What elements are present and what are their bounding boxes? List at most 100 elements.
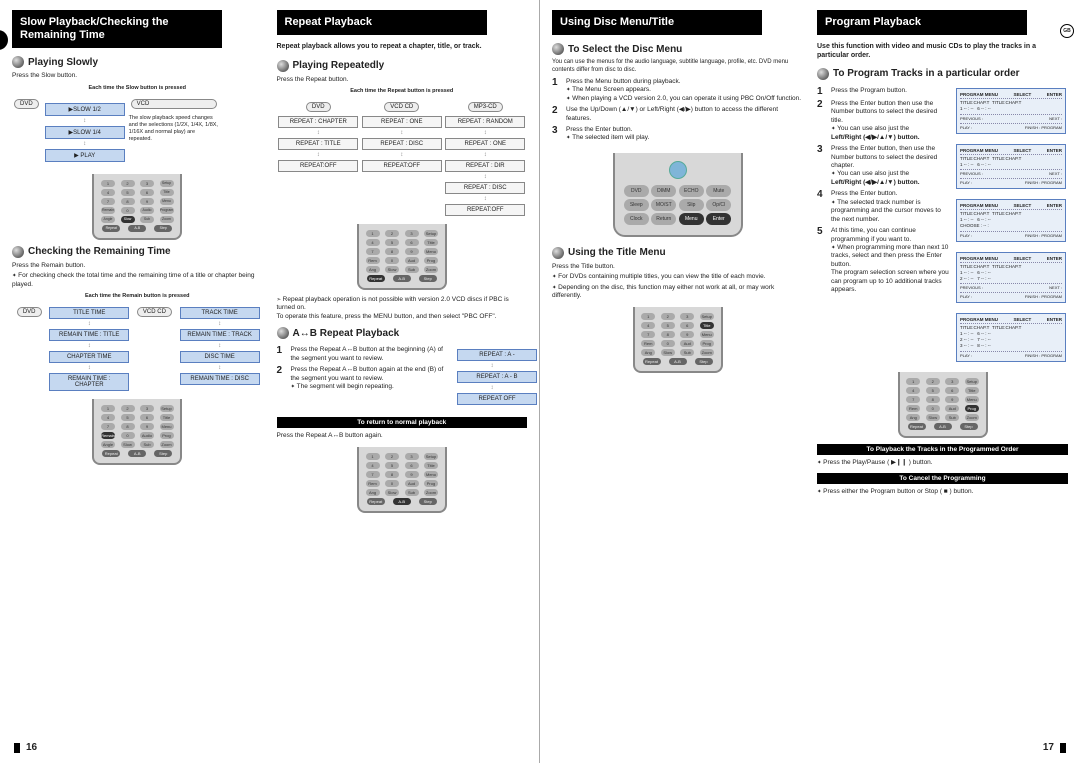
gb-badge: GB (1060, 24, 1074, 38)
remain-b1: REMAIN TIME : TRACK (180, 329, 260, 341)
tm-p2a: For DVDs containing multiple titles, you… (552, 273, 803, 281)
section-title-repeat: Repeat Playback (277, 10, 487, 35)
pg-s2: Press the Enter button then use the Numb… (831, 100, 937, 124)
slow-flow-2: ▶SLOW 1/4 (45, 126, 125, 139)
dm-s1: Press the Menu button during playback. (566, 78, 681, 85)
sub-remaining-time: Checking the Remaining Time (12, 246, 263, 258)
playback-strip: To Playback the Tracks in the Programmed… (817, 444, 1068, 455)
dm-s1b: When playing a VCD version 2.0, you can … (566, 95, 801, 102)
col-disc-menu: Using Disc Menu/Title To Select the Disc… (552, 10, 803, 499)
pg-s3b: Left/Right (◀/▶/▲/▼) button. (831, 179, 920, 186)
page-16: 〉 Slow Playback/Checking the Remaining T… (0, 0, 540, 763)
repeat-instr: Press the Repeat button. (277, 76, 528, 84)
col-repeat-playback: Repeat Playback Repeat playback allows y… (277, 10, 528, 519)
rpt-g3-1: REPEAT : ONE (445, 138, 525, 150)
return-txt: Press the Repeat A↔B button again. (277, 432, 528, 440)
rpt-g3-4: REPEAT:OFF (445, 204, 525, 216)
remain-a0: TITLE TIME (49, 307, 129, 319)
tm-p2b: Depending on the disc, this function may… (552, 284, 803, 301)
sub-playing-repeatedly: Playing Repeatedly (277, 60, 528, 72)
rpt-g2-1: REPEAT : DISC (362, 138, 442, 150)
cancel-strip: To Cancel the Programming (817, 473, 1068, 484)
remote-control-illustration: 123Setup 456Title 789Menu Remain0AudioPr… (92, 174, 182, 240)
remain-b2: DISC TIME (180, 351, 260, 363)
remote-control-illustration: 123Setup 456Title 789Menu Remain0AudioPr… (92, 399, 182, 465)
rpt-g3-2: REPEAT : DIR (445, 160, 525, 172)
pg-s1: Press the Program button. (831, 87, 950, 97)
disc-dvd: DVD (14, 99, 39, 109)
remote-control-illustration: 123Setup 456Title 789Menu Rem0AudProg An… (357, 224, 447, 290)
rpt-g1-1: REPEAT : TITLE (278, 138, 358, 150)
pg-s4: Press the Enter button. (831, 190, 897, 197)
remain-b0: TRACK TIME (180, 307, 260, 319)
page-number-17: 17 (1043, 742, 1066, 753)
dm-s2: Use the Up/Down (▲/▼) or Left/Right (◀/▶… (566, 106, 803, 123)
sub-title-menu: Using the Title Menu (552, 247, 803, 259)
repeat-tiny: Each time the Repeat button is pressed (277, 88, 528, 94)
edge-arrow-icon: 〉 (0, 30, 8, 50)
osd-screen-3: PROGRAM MENUSELECTENTER TITLE:CHAP.T TIT… (956, 199, 1066, 242)
ab0: REPEAT : A - (457, 349, 537, 361)
ab-step2b: The segment will begin repeating. (291, 383, 394, 390)
pg-s3: Press the Enter button, then use the Num… (831, 145, 937, 169)
sub-playing-slowly: Playing Slowly (12, 56, 263, 68)
pg-s5: At this time, you can continue programmi… (831, 227, 916, 242)
playback-strip-txt: Press the Play/Pause ( ▶❙❙ ) button. (817, 459, 1068, 467)
rpt-vcd-label: VCD CD (384, 102, 419, 112)
rpt-g1-2: REPEAT:OFF (278, 160, 358, 172)
slow-tiny: Each time the Slow button is pressed (12, 85, 263, 91)
page-17: GB Using Disc Menu/Title To Select the D… (540, 0, 1080, 763)
ab2: REPEAT OFF (457, 393, 537, 405)
remain-instr: Press the Remain button. (12, 262, 263, 270)
rpt-dvd-label: DVD (306, 102, 331, 112)
dvd-label: DVD (17, 307, 42, 317)
sub-select-disc-menu: To Select the Disc Menu (552, 43, 803, 55)
remain-a2: CHAPTER TIME (49, 351, 129, 363)
ab-step1: Press the Repeat A↔B button at the begin… (291, 346, 452, 363)
vcdcd-label: VCD CD (137, 307, 172, 317)
return-strip: To return to normal playback (277, 417, 528, 428)
arrow-down-icon: ↕ (83, 118, 86, 124)
slow-note: The slow playback speed changes and the … (129, 115, 219, 144)
rpt-g2-0: REPEAT : ONE (362, 116, 442, 128)
cancel-strip-txt: Press either the Program button or Stop … (817, 488, 1068, 496)
pg-s5a: When programming more than next 10 track… (831, 244, 949, 293)
slow-instr: Press the Slow button. (12, 72, 263, 80)
osd-screen-2: PROGRAM MENUSELECTENTER TITLE:CHAP.T TIT… (956, 144, 1066, 190)
repeat-intro: Repeat playback allows you to repeat a c… (277, 43, 528, 51)
osd-screen-5: PROGRAM MENUSELECTENTER TITLE:CHAP.T TIT… (956, 313, 1066, 361)
disc-vcd: VCD (131, 99, 217, 109)
dm-s3: Press the Enter button. (566, 126, 632, 133)
remain-desc: For checking check the total time and th… (12, 272, 263, 289)
sub-program-tracks: To Program Tracks in a particular order (817, 68, 1068, 80)
slow-flow-3: ▶ PLAY (45, 149, 125, 162)
repeat-note: Repeat playback operation is not possibl… (277, 296, 528, 321)
col-slow-playback: Slow Playback/Checking the Remaining Tim… (12, 10, 263, 519)
page-number-16: 16 (14, 742, 37, 753)
dm-s3a: The selected item will play. (566, 134, 649, 141)
arrow-down-icon: ↕ (83, 141, 86, 147)
section-title-slow: Slow Playback/Checking the Remaining Tim… (12, 10, 222, 48)
ab1: REPEAT : A - B (457, 371, 537, 383)
pg-s3a: You can use also just the (831, 170, 909, 177)
section-title-discmenu: Using Disc Menu/Title (552, 10, 762, 35)
remote-control-illustration-large: DVDDIMMECHOMute SleepMO/STSlipOp/Cl Cloc… (613, 153, 743, 237)
osd-screen-4: PROGRAM MENUSELECTENTER TITLE:CHAP.T TIT… (956, 252, 1066, 304)
remain-a1: REMAIN TIME : TITLE (49, 329, 129, 341)
sub-ab-repeat: A↔B Repeat Playback (277, 327, 528, 339)
rpt-g2-2: REPEAT:OFF (362, 160, 442, 172)
pg-s4a: The selected track number is programming… (831, 199, 941, 223)
osd-screen-1: PROGRAM MENUSELECTENTER TITLE:CHAP.T TIT… (956, 88, 1066, 134)
remote-control-illustration: 123Setup 456Title 789Menu Rem0AudProg An… (898, 372, 988, 438)
slow-flow-1: ▶SLOW 1/2 (45, 103, 125, 116)
dm-s1a: The Menu Screen appears. (566, 86, 651, 93)
discmenu-sub: You can use the menus for the audio lang… (552, 59, 803, 75)
remain-b3: REMAIN TIME : DISC (180, 373, 260, 385)
ab-step2: Press the Repeat A↔B button again at the… (291, 366, 444, 381)
remote-control-illustration: 123Setup 456Title 789Menu Rem0AudProg An… (357, 447, 447, 513)
rpt-mp3-label: MP3-CD (468, 102, 503, 112)
rpt-g1-0: REPEAT : CHAPTER (278, 116, 358, 128)
pg-s2a: You can use also just the (831, 125, 909, 132)
tm-p2: Press the Title button. (552, 263, 803, 271)
section-title-program: Program Playback (817, 10, 1027, 35)
